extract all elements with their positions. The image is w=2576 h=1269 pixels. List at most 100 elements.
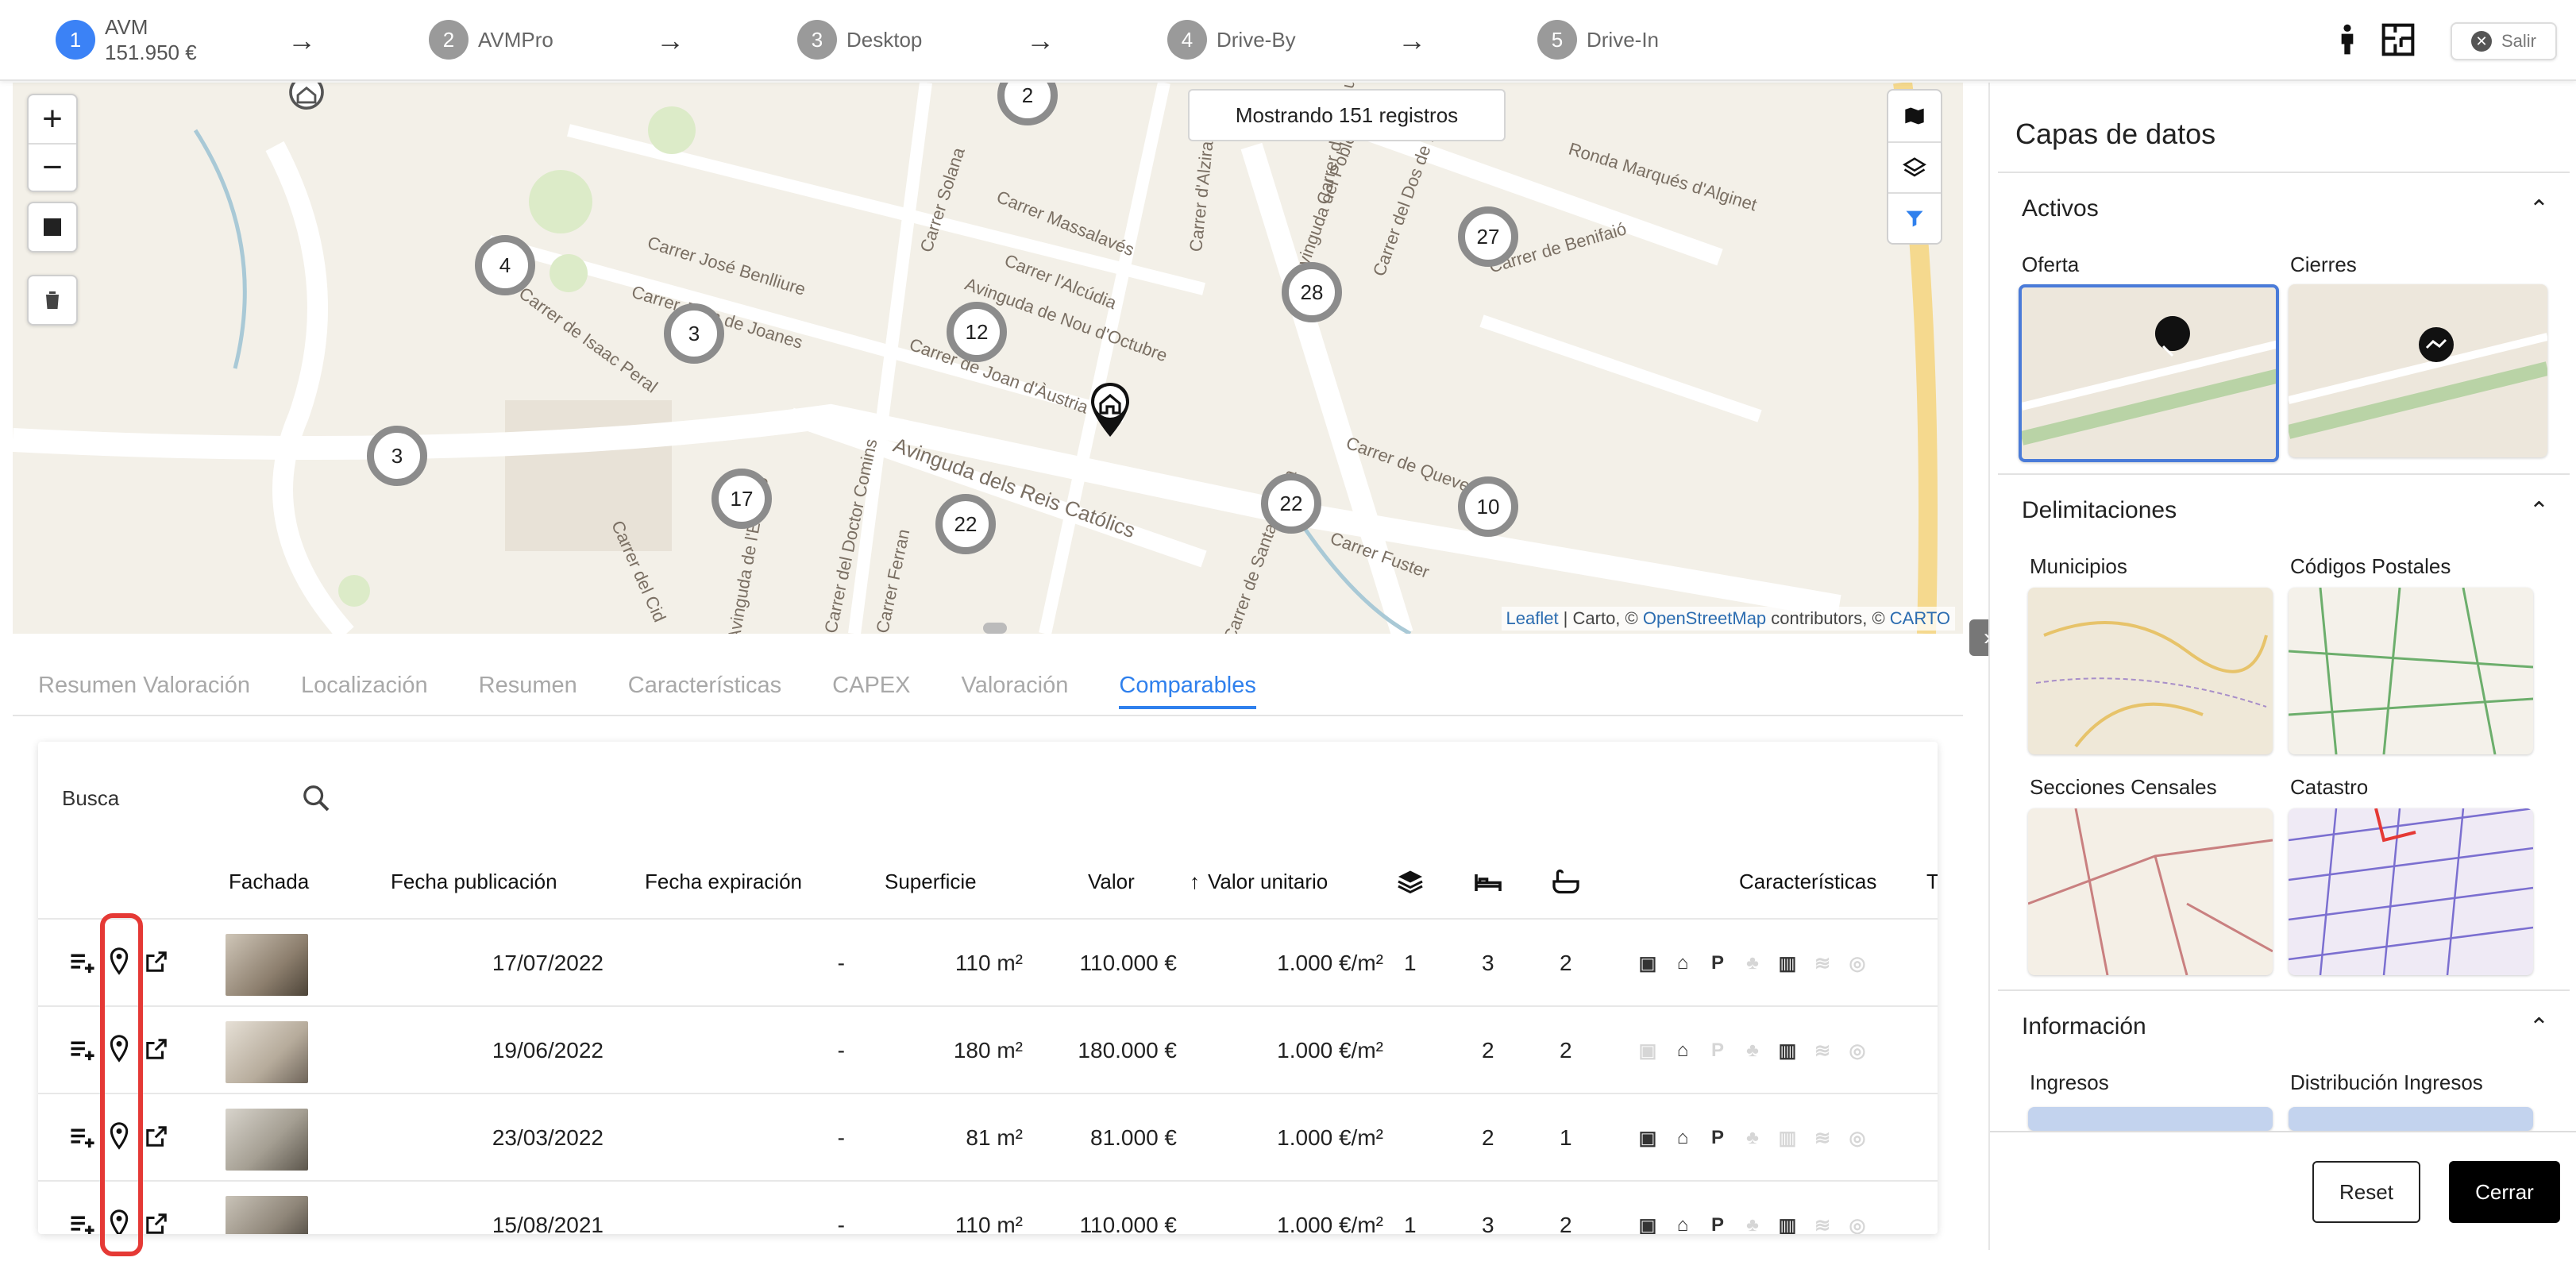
section-title: Activos	[2022, 195, 2099, 222]
layer-tile-distribucion-ingresos[interactable]	[2289, 1107, 2533, 1131]
tab-comparables[interactable]: Comparables	[1119, 655, 1257, 716]
step-drive-by[interactable]: 4 Drive-By	[1167, 17, 1296, 62]
bed-icon[interactable]	[1474, 869, 1502, 894]
tile-label: Secciones Censales	[2030, 775, 2217, 799]
section-informacion[interactable]: Información ⌃	[1998, 989, 2570, 1063]
tab-caracteristicas[interactable]: Características	[628, 655, 781, 716]
table-row[interactable]: 15/08/2021 - 110 m² 110.000 € 1.000 €/m²…	[38, 1180, 1938, 1234]
arrow-right-icon: →	[1026, 24, 1055, 56]
osm-link[interactable]: OpenStreetMap	[1643, 608, 1766, 628]
search-box[interactable]: Busca	[62, 770, 332, 826]
header-fecha-expiracion[interactable]: Fecha expiración	[645, 866, 802, 897]
header-truncated[interactable]: T	[1926, 866, 1938, 897]
layer-tile-secciones-censales[interactable]	[2028, 808, 2273, 975]
tab-capex[interactable]: CAPEX	[832, 655, 910, 716]
map-cluster[interactable]: 22	[935, 494, 996, 554]
panel-footer: Reset Cerrar	[1990, 1131, 2576, 1250]
step-label: AVM	[105, 15, 148, 39]
floorplan-icon[interactable]	[2381, 22, 2416, 57]
add-to-list-icon[interactable]	[68, 1212, 97, 1234]
section-delimitaciones[interactable]: Delimitaciones ⌃	[1998, 473, 2570, 546]
chevron-up-icon[interactable]: ⌃	[2529, 1013, 2549, 1041]
add-to-list-icon[interactable]	[68, 950, 97, 975]
tab-resumen-valoracion[interactable]: Resumen Valoración	[38, 655, 250, 716]
layers-icon[interactable]	[1888, 141, 1941, 192]
header-valor-unitario[interactable]: ↑ Valor unitario	[1190, 866, 1328, 897]
delete-button[interactable]	[27, 275, 78, 326]
fecha-expiracion: -	[837, 1038, 845, 1063]
header-valor[interactable]: Valor	[1088, 866, 1135, 897]
tab-valoracion[interactable]: Valoración	[962, 655, 1069, 716]
layer-tile-codigos-postales[interactable]	[2289, 588, 2533, 754]
header-fecha-publicacion[interactable]: Fecha publicación	[391, 866, 557, 897]
floors-icon[interactable]	[1396, 867, 1425, 896]
map-cluster[interactable]: 3	[664, 303, 724, 364]
step-desktop[interactable]: 3 Desktop	[797, 17, 922, 62]
header-fachada[interactable]: Fachada	[229, 866, 309, 897]
table-row[interactable]: 19/06/2022 - 180 m² 180.000 € 1.000 €/m²…	[38, 1005, 1938, 1093]
map-cluster[interactable]: 17	[711, 469, 772, 529]
map-cluster[interactable]: 4	[475, 235, 535, 295]
tab-resumen[interactable]: Resumen	[479, 655, 577, 716]
table-row[interactable]: 23/03/2022 - 81 m² 81.000 € 1.000 €/m² 2…	[38, 1093, 1938, 1180]
close-button[interactable]: Cerrar	[2449, 1161, 2560, 1223]
header-superficie[interactable]: Superficie	[885, 866, 977, 897]
garage-icon: ⌂	[1676, 1214, 1689, 1234]
leaflet-link[interactable]: Leaflet	[1506, 608, 1559, 628]
map-cluster[interactable]: 3	[367, 426, 427, 486]
map-cluster[interactable]: 12	[947, 302, 1007, 362]
step-label: Drive-By	[1217, 28, 1296, 52]
add-to-list-icon[interactable]	[68, 1124, 97, 1150]
open-external-icon[interactable]	[145, 1124, 168, 1148]
open-external-icon[interactable]	[145, 1037, 168, 1061]
draw-rectangle-button[interactable]	[27, 202, 78, 253]
layer-tile-ingresos[interactable]	[2028, 1107, 2273, 1131]
facade-thumbnail[interactable]	[226, 1021, 308, 1083]
facade-thumbnail[interactable]	[226, 934, 308, 996]
open-external-icon[interactable]	[145, 1212, 168, 1234]
step-drive-in[interactable]: 5 Drive-In	[1537, 17, 1659, 62]
layer-tile-catastro[interactable]	[2289, 808, 2533, 975]
facade-thumbnail[interactable]	[226, 1196, 308, 1234]
carto-link[interactable]: CARTO	[1890, 608, 1950, 628]
zoom-in-button[interactable]: +	[29, 95, 76, 143]
home-marker-icon[interactable]	[289, 83, 324, 110]
step-avm[interactable]: 1 AVM 151.950 €	[56, 15, 197, 64]
filter-icon[interactable]	[1888, 192, 1941, 243]
person-icon[interactable]	[2330, 22, 2365, 57]
superficie: 110 m²	[954, 1213, 1023, 1234]
sort-arrow-up-icon: ↑	[1190, 869, 1200, 893]
resize-handle[interactable]	[983, 623, 1007, 634]
map-cluster[interactable]: 28	[1282, 262, 1342, 322]
garage-icon: ⌂	[1676, 952, 1689, 974]
plantas: 1	[1404, 1213, 1417, 1234]
exit-button[interactable]: ✕ Salir	[2451, 22, 2557, 60]
map-cluster[interactable]: 22	[1261, 473, 1321, 534]
zoom-control: + −	[27, 94, 78, 192]
layer-tile-oferta[interactable]	[2019, 284, 2279, 462]
table-row[interactable]: 17/07/2022 - 110 m² 110.000 € 1.000 €/m²…	[38, 918, 1938, 1005]
chevron-up-icon[interactable]: ⌃	[2529, 497, 2549, 525]
home-marker-icon[interactable]	[1088, 381, 1132, 438]
open-external-icon[interactable]	[145, 950, 168, 974]
search-input[interactable]: Busca	[62, 786, 119, 811]
layer-tile-municipios[interactable]	[2028, 588, 2273, 754]
tab-localizacion[interactable]: Localización	[301, 655, 428, 716]
zoom-out-button[interactable]: −	[29, 143, 76, 191]
map-view[interactable]: Ronda Marqués d'Alginet Carrer Massalavé…	[13, 83, 1963, 634]
section-activos[interactable]: Activos ⌃	[1998, 172, 2570, 245]
map-cluster[interactable]: 27	[1458, 206, 1518, 267]
reset-button[interactable]: Reset	[2312, 1161, 2420, 1223]
facade-thumbnail[interactable]	[226, 1109, 308, 1171]
header-caracteristicas[interactable]: Características	[1739, 866, 1876, 897]
add-to-list-icon[interactable]	[68, 1037, 97, 1063]
tile-label: Oferta	[2022, 253, 2080, 276]
map-cluster[interactable]: 10	[1458, 476, 1518, 537]
step-avmpro[interactable]: 2 AVMPro	[429, 17, 553, 62]
layer-tile-cierres[interactable]	[2289, 284, 2547, 457]
valor-unitario: 1.000 €/m²	[1277, 1213, 1383, 1234]
map-icon[interactable]	[1888, 91, 1941, 141]
bathtub-icon[interactable]	[1552, 867, 1580, 896]
search-icon[interactable]	[300, 782, 332, 814]
chevron-up-icon[interactable]: ⌃	[2529, 195, 2549, 223]
